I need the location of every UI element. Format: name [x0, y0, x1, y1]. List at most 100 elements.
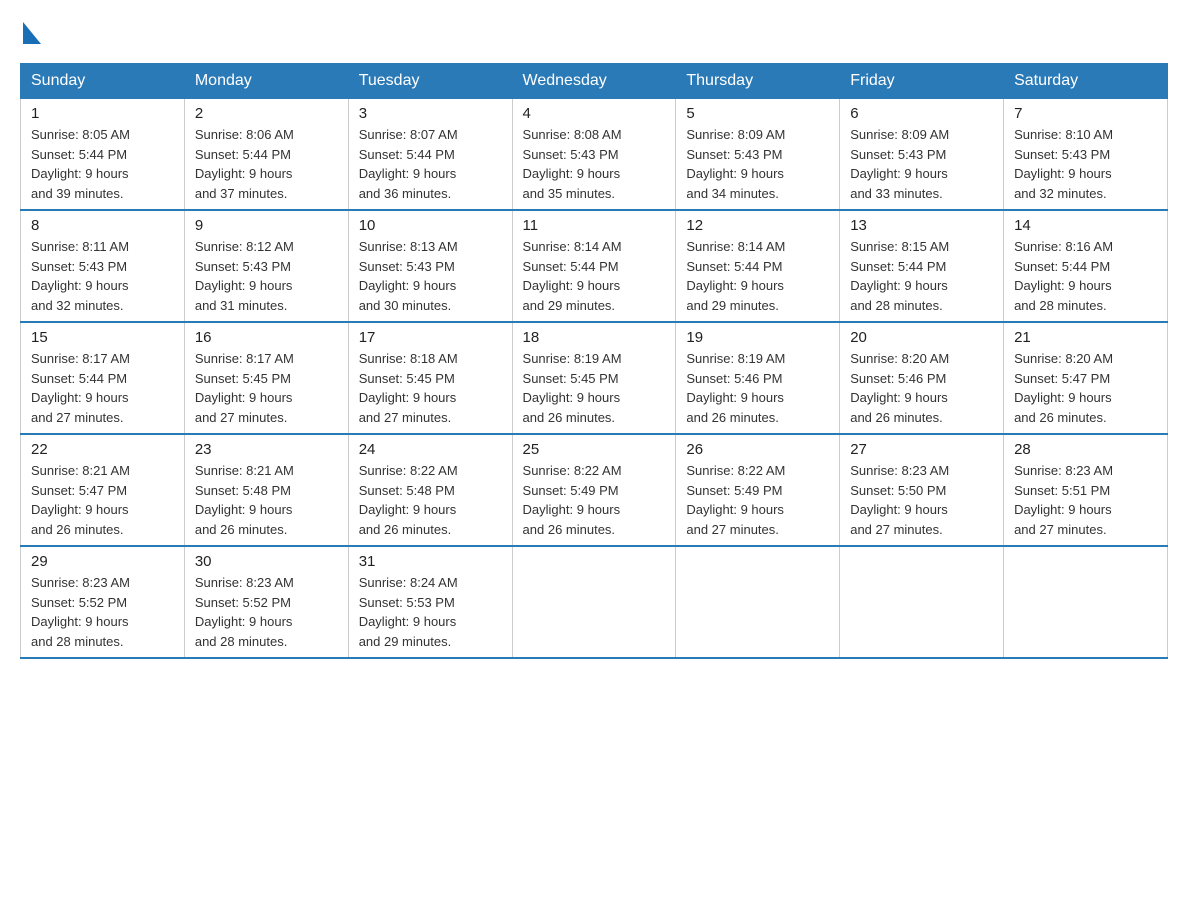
calendar-day-cell: 24 Sunrise: 8:22 AM Sunset: 5:48 PM Dayl…: [348, 434, 512, 546]
day-number: 31: [359, 553, 502, 570]
calendar-day-cell: 6 Sunrise: 8:09 AM Sunset: 5:43 PM Dayli…: [840, 99, 1004, 211]
day-info: Sunrise: 8:16 AM Sunset: 5:44 PM Dayligh…: [1014, 237, 1157, 315]
day-number: 27: [850, 441, 993, 458]
day-info: Sunrise: 8:22 AM Sunset: 5:49 PM Dayligh…: [523, 461, 666, 539]
calendar-day-cell: 28 Sunrise: 8:23 AM Sunset: 5:51 PM Dayl…: [1004, 434, 1168, 546]
calendar-day-cell: 30 Sunrise: 8:23 AM Sunset: 5:52 PM Dayl…: [184, 546, 348, 658]
day-number: 18: [523, 329, 666, 346]
calendar-week-row: 22 Sunrise: 8:21 AM Sunset: 5:47 PM Dayl…: [21, 434, 1168, 546]
day-number: 5: [686, 105, 829, 122]
day-info: Sunrise: 8:18 AM Sunset: 5:45 PM Dayligh…: [359, 349, 502, 427]
day-info: Sunrise: 8:23 AM Sunset: 5:52 PM Dayligh…: [31, 573, 174, 651]
calendar-day-cell: 13 Sunrise: 8:15 AM Sunset: 5:44 PM Dayl…: [840, 210, 1004, 322]
day-info: Sunrise: 8:13 AM Sunset: 5:43 PM Dayligh…: [359, 237, 502, 315]
day-header-tuesday: Tuesday: [348, 64, 512, 99]
day-info: Sunrise: 8:17 AM Sunset: 5:44 PM Dayligh…: [31, 349, 174, 427]
calendar-day-cell: 14 Sunrise: 8:16 AM Sunset: 5:44 PM Dayl…: [1004, 210, 1168, 322]
day-number: 7: [1014, 105, 1157, 122]
calendar-day-cell: 26 Sunrise: 8:22 AM Sunset: 5:49 PM Dayl…: [676, 434, 840, 546]
day-info: Sunrise: 8:23 AM Sunset: 5:50 PM Dayligh…: [850, 461, 993, 539]
day-number: 1: [31, 105, 174, 122]
day-info: Sunrise: 8:17 AM Sunset: 5:45 PM Dayligh…: [195, 349, 338, 427]
calendar-day-cell: 23 Sunrise: 8:21 AM Sunset: 5:48 PM Dayl…: [184, 434, 348, 546]
calendar-day-cell: 5 Sunrise: 8:09 AM Sunset: 5:43 PM Dayli…: [676, 99, 840, 211]
day-number: 6: [850, 105, 993, 122]
day-info: Sunrise: 8:23 AM Sunset: 5:51 PM Dayligh…: [1014, 461, 1157, 539]
empty-cell: [676, 546, 840, 658]
day-number: 12: [686, 217, 829, 234]
day-info: Sunrise: 8:10 AM Sunset: 5:43 PM Dayligh…: [1014, 125, 1157, 203]
day-number: 17: [359, 329, 502, 346]
calendar-day-cell: 18 Sunrise: 8:19 AM Sunset: 5:45 PM Dayl…: [512, 322, 676, 434]
day-number: 23: [195, 441, 338, 458]
day-info: Sunrise: 8:19 AM Sunset: 5:46 PM Dayligh…: [686, 349, 829, 427]
day-number: 2: [195, 105, 338, 122]
calendar-day-cell: 21 Sunrise: 8:20 AM Sunset: 5:47 PM Dayl…: [1004, 322, 1168, 434]
calendar-day-cell: 4 Sunrise: 8:08 AM Sunset: 5:43 PM Dayli…: [512, 99, 676, 211]
day-info: Sunrise: 8:15 AM Sunset: 5:44 PM Dayligh…: [850, 237, 993, 315]
day-info: Sunrise: 8:11 AM Sunset: 5:43 PM Dayligh…: [31, 237, 174, 315]
day-info: Sunrise: 8:21 AM Sunset: 5:47 PM Dayligh…: [31, 461, 174, 539]
calendar-table: SundayMondayTuesdayWednesdayThursdayFrid…: [20, 63, 1168, 659]
day-header-thursday: Thursday: [676, 64, 840, 99]
day-info: Sunrise: 8:06 AM Sunset: 5:44 PM Dayligh…: [195, 125, 338, 203]
day-number: 22: [31, 441, 174, 458]
day-info: Sunrise: 8:09 AM Sunset: 5:43 PM Dayligh…: [686, 125, 829, 203]
day-number: 3: [359, 105, 502, 122]
calendar-day-cell: 7 Sunrise: 8:10 AM Sunset: 5:43 PM Dayli…: [1004, 99, 1168, 211]
day-number: 21: [1014, 329, 1157, 346]
logo-triangle-icon: [23, 22, 41, 44]
empty-cell: [840, 546, 1004, 658]
day-number: 20: [850, 329, 993, 346]
calendar-week-row: 15 Sunrise: 8:17 AM Sunset: 5:44 PM Dayl…: [21, 322, 1168, 434]
day-number: 28: [1014, 441, 1157, 458]
day-number: 29: [31, 553, 174, 570]
day-info: Sunrise: 8:05 AM Sunset: 5:44 PM Dayligh…: [31, 125, 174, 203]
calendar-week-row: 8 Sunrise: 8:11 AM Sunset: 5:43 PM Dayli…: [21, 210, 1168, 322]
day-info: Sunrise: 8:12 AM Sunset: 5:43 PM Dayligh…: [195, 237, 338, 315]
empty-cell: [512, 546, 676, 658]
day-number: 4: [523, 105, 666, 122]
day-number: 11: [523, 217, 666, 234]
day-header-wednesday: Wednesday: [512, 64, 676, 99]
day-number: 8: [31, 217, 174, 234]
calendar-day-cell: 15 Sunrise: 8:17 AM Sunset: 5:44 PM Dayl…: [21, 322, 185, 434]
day-info: Sunrise: 8:21 AM Sunset: 5:48 PM Dayligh…: [195, 461, 338, 539]
day-number: 26: [686, 441, 829, 458]
calendar-day-cell: 16 Sunrise: 8:17 AM Sunset: 5:45 PM Dayl…: [184, 322, 348, 434]
calendar-day-cell: 11 Sunrise: 8:14 AM Sunset: 5:44 PM Dayl…: [512, 210, 676, 322]
day-info: Sunrise: 8:09 AM Sunset: 5:43 PM Dayligh…: [850, 125, 993, 203]
day-info: Sunrise: 8:22 AM Sunset: 5:48 PM Dayligh…: [359, 461, 502, 539]
calendar-day-cell: 2 Sunrise: 8:06 AM Sunset: 5:44 PM Dayli…: [184, 99, 348, 211]
day-number: 14: [1014, 217, 1157, 234]
calendar-day-cell: 9 Sunrise: 8:12 AM Sunset: 5:43 PM Dayli…: [184, 210, 348, 322]
calendar-day-cell: 8 Sunrise: 8:11 AM Sunset: 5:43 PM Dayli…: [21, 210, 185, 322]
day-number: 24: [359, 441, 502, 458]
calendar-day-cell: 3 Sunrise: 8:07 AM Sunset: 5:44 PM Dayli…: [348, 99, 512, 211]
calendar-day-cell: 29 Sunrise: 8:23 AM Sunset: 5:52 PM Dayl…: [21, 546, 185, 658]
calendar-day-cell: 1 Sunrise: 8:05 AM Sunset: 5:44 PM Dayli…: [21, 99, 185, 211]
calendar-day-cell: 25 Sunrise: 8:22 AM Sunset: 5:49 PM Dayl…: [512, 434, 676, 546]
empty-cell: [1004, 546, 1168, 658]
day-header-friday: Friday: [840, 64, 1004, 99]
days-header-row: SundayMondayTuesdayWednesdayThursdayFrid…: [21, 64, 1168, 99]
day-header-monday: Monday: [184, 64, 348, 99]
day-number: 19: [686, 329, 829, 346]
day-info: Sunrise: 8:23 AM Sunset: 5:52 PM Dayligh…: [195, 573, 338, 651]
page-header: [20, 20, 1168, 45]
day-info: Sunrise: 8:20 AM Sunset: 5:46 PM Dayligh…: [850, 349, 993, 427]
day-info: Sunrise: 8:07 AM Sunset: 5:44 PM Dayligh…: [359, 125, 502, 203]
calendar-day-cell: 22 Sunrise: 8:21 AM Sunset: 5:47 PM Dayl…: [21, 434, 185, 546]
calendar-day-cell: 31 Sunrise: 8:24 AM Sunset: 5:53 PM Dayl…: [348, 546, 512, 658]
day-number: 15: [31, 329, 174, 346]
calendar-day-cell: 20 Sunrise: 8:20 AM Sunset: 5:46 PM Dayl…: [840, 322, 1004, 434]
day-info: Sunrise: 8:24 AM Sunset: 5:53 PM Dayligh…: [359, 573, 502, 651]
calendar-day-cell: 12 Sunrise: 8:14 AM Sunset: 5:44 PM Dayl…: [676, 210, 840, 322]
calendar-week-row: 1 Sunrise: 8:05 AM Sunset: 5:44 PM Dayli…: [21, 99, 1168, 211]
day-info: Sunrise: 8:19 AM Sunset: 5:45 PM Dayligh…: [523, 349, 666, 427]
calendar-day-cell: 17 Sunrise: 8:18 AM Sunset: 5:45 PM Dayl…: [348, 322, 512, 434]
day-info: Sunrise: 8:22 AM Sunset: 5:49 PM Dayligh…: [686, 461, 829, 539]
calendar-day-cell: 19 Sunrise: 8:19 AM Sunset: 5:46 PM Dayl…: [676, 322, 840, 434]
day-number: 30: [195, 553, 338, 570]
day-info: Sunrise: 8:20 AM Sunset: 5:47 PM Dayligh…: [1014, 349, 1157, 427]
